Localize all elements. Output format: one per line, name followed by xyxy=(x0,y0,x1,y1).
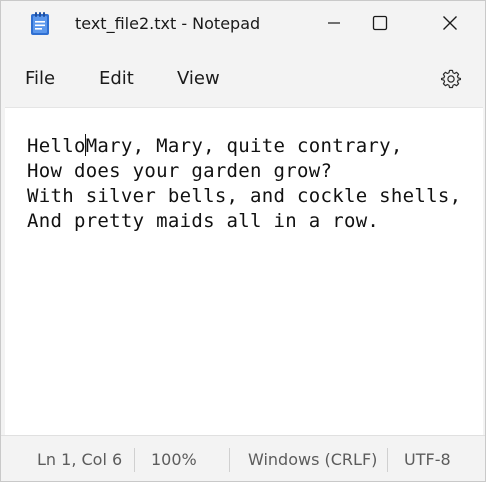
status-divider xyxy=(387,448,388,472)
menu-view[interactable]: View xyxy=(177,67,220,91)
window-title: text_file2.txt - Notepad xyxy=(75,14,261,33)
minimize-icon xyxy=(328,22,340,24)
text-editor[interactable]: HelloMary, Mary, quite contrary, How doe… xyxy=(5,107,483,435)
title-bar[interactable]: text_file2.txt - Notepad xyxy=(1,1,485,47)
cursor-position: Ln 1, Col 6 xyxy=(37,450,123,469)
gear-icon xyxy=(440,69,462,89)
menu-edit[interactable]: Edit xyxy=(99,67,134,91)
text-caret xyxy=(85,134,86,156)
minimize-button[interactable] xyxy=(311,1,357,45)
encoding[interactable]: UTF-8 xyxy=(404,450,451,470)
close-button[interactable] xyxy=(427,1,473,45)
zoom-level[interactable]: 100% xyxy=(151,450,197,470)
notepad-icon xyxy=(30,12,50,36)
line-ending[interactable]: Windows (CRLF) xyxy=(248,450,377,470)
maximize-button[interactable] xyxy=(357,1,403,45)
menu-bar: File Edit View xyxy=(1,47,485,107)
status-divider xyxy=(229,448,230,472)
settings-button[interactable] xyxy=(437,65,465,93)
status-divider xyxy=(134,448,135,472)
editor-content[interactable]: HelloMary, Mary, quite contrary, How doe… xyxy=(27,134,461,234)
status-bar: Ln 1, Col 6 100% Windows (CRLF) UTF-8 xyxy=(1,435,485,481)
notepad-window: text_file2.txt - Notepad File Edit View xyxy=(0,0,486,482)
close-icon xyxy=(443,16,457,30)
maximize-icon xyxy=(372,15,388,31)
menu-file[interactable]: File xyxy=(25,67,55,91)
